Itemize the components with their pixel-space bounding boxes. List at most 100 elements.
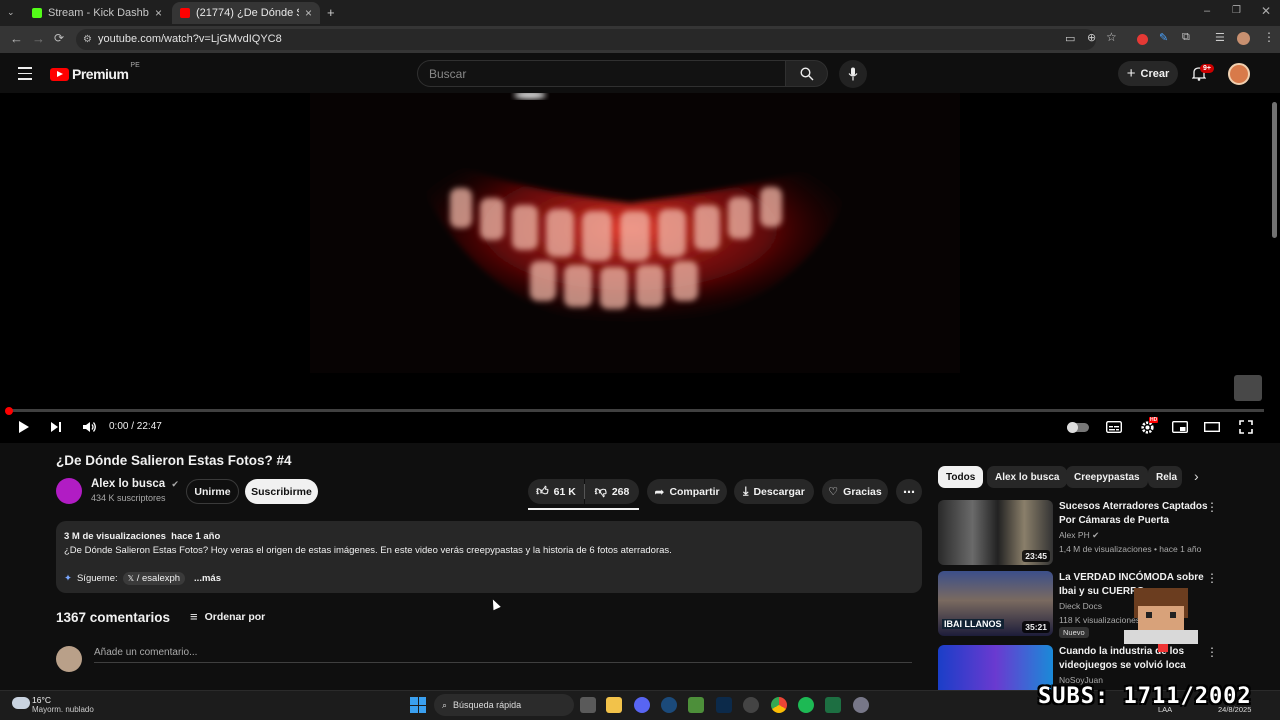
dislike-button[interactable]: 👎︎ 268	[585, 479, 639, 504]
sort-comments-button[interactable]: ≡ Ordenar por	[190, 609, 265, 624]
next-button[interactable]	[46, 419, 66, 435]
notifications-count-badge: 9+	[1200, 64, 1214, 73]
close-window-icon[interactable]: ✕	[1261, 4, 1271, 18]
heart-dollar-icon: ♡	[828, 486, 839, 498]
chip-related[interactable]: Rela	[1148, 466, 1182, 488]
tab-youtube-video[interactable]: (21774) ¿De Dónde Salieron Es ×	[172, 2, 320, 24]
more-actions-button[interactable]: ⋯	[896, 479, 922, 504]
tab-close-icon[interactable]: ×	[155, 6, 162, 20]
autoplay-toggle[interactable]	[1066, 419, 1090, 435]
address-field[interactable]: ⚙ youtube.com/watch?v=LjGMvdIQYC8	[76, 29, 1096, 50]
user-avatar	[56, 646, 82, 672]
time-display: 0:00 / 22:47	[109, 421, 162, 432]
recommendation-item[interactable]: IBAI LLANOS 35:21 La VERDAD INCÓMODA sob…	[938, 571, 1268, 638]
description-box[interactable]: 3 M de visualizaciones hace 1 año ¿De Dó…	[56, 521, 922, 593]
bookmark-star-icon[interactable]: ☆	[1106, 30, 1117, 44]
maximize-icon[interactable]: ❐	[1232, 5, 1241, 16]
fullscreen-button[interactable]	[1236, 419, 1256, 435]
discord-icon[interactable]	[634, 697, 650, 713]
photoshop-icon[interactable]	[716, 697, 732, 713]
steam-icon[interactable]	[661, 697, 677, 713]
video-frame-creepy-smile-image	[310, 93, 960, 373]
share-button[interactable]: ➦ Compartir	[647, 479, 727, 504]
search-input[interactable]: Buscar	[417, 60, 786, 87]
excel-icon[interactable]	[825, 697, 841, 713]
zoom-icon[interactable]: ⊕	[1087, 31, 1096, 44]
description-text: ¿De Dónde Salieron Estas Fotos? Hoy vera…	[64, 545, 672, 556]
video-thumbnail[interactable]	[938, 645, 1053, 690]
chip-channel[interactable]: Alex lo busca	[987, 466, 1068, 488]
extension-translate-icon[interactable]: ✎	[1159, 31, 1168, 44]
channel-avatar[interactable]	[56, 478, 82, 504]
spotify-icon[interactable]	[798, 697, 814, 713]
new-tab-icon[interactable]: +	[327, 5, 335, 20]
subtitles-button[interactable]	[1104, 419, 1124, 435]
follow-line: ✦ Sígueme: 𝕏 / esalexph ...más	[64, 572, 221, 585]
like-button[interactable]: 👍︎ 61 K	[528, 479, 584, 504]
progress-bar[interactable]	[6, 409, 1264, 412]
minecraft-icon[interactable]	[688, 697, 704, 713]
video-player[interactable]	[0, 93, 1280, 443]
chips-next-chevron-icon[interactable]: ›	[1194, 468, 1199, 484]
recommendation-menu-icon[interactable]: ⋮	[1206, 500, 1218, 514]
progress-scrubber[interactable]	[5, 407, 13, 415]
recommendation-menu-icon[interactable]: ⋮	[1206, 571, 1218, 585]
account-avatar[interactable]	[1228, 63, 1250, 85]
forward-icon[interactable]: →	[32, 31, 45, 46]
tab-kick-dashboard[interactable]: Stream - Kick Dashboard ×	[24, 2, 170, 24]
chrome-icon[interactable]	[771, 697, 787, 713]
create-button[interactable]: + Crear	[1118, 61, 1178, 86]
duration-badge: 35:21	[1022, 621, 1050, 633]
minimize-icon[interactable]: –	[1204, 5, 1210, 17]
cast-icon[interactable]: ▭	[1065, 32, 1075, 45]
new-badge: Nuevo	[1059, 627, 1089, 638]
taskbar-search[interactable]: ⌕ Búsqueda rápida	[434, 694, 574, 716]
browser-menu-icon[interactable]: ⋮	[1263, 30, 1275, 44]
play-button[interactable]	[14, 419, 34, 435]
recommendation-menu-icon[interactable]: ⋮	[1206, 645, 1218, 659]
chip-todos[interactable]: Todos	[938, 466, 984, 488]
obs-icon[interactable]	[743, 697, 759, 713]
add-comment-input[interactable]: Añade un comentario...	[94, 647, 197, 658]
file-explorer-icon[interactable]	[606, 697, 622, 713]
social-link[interactable]: 𝕏 / esalexph	[122, 572, 186, 585]
settings-button[interactable]: HD	[1137, 417, 1159, 435]
more-link[interactable]: ...más	[194, 573, 221, 584]
tab-close-icon[interactable]: ×	[305, 6, 312, 20]
channel-watermark-icon[interactable]	[1234, 375, 1262, 401]
back-icon[interactable]: ←	[10, 31, 23, 46]
extension-record-icon[interactable]	[1137, 34, 1148, 45]
task-view-icon[interactable]	[580, 697, 596, 713]
video-title: ¿De Dónde Salieron Estas Fotos? #4	[56, 453, 292, 468]
site-info-icon[interactable]: ⚙	[83, 29, 92, 50]
join-button[interactable]: Unirme	[186, 479, 239, 504]
theater-mode-button[interactable]	[1202, 419, 1222, 435]
volume-icon	[82, 422, 96, 432]
chip-creepypastas[interactable]: Creepypastas	[1066, 466, 1148, 488]
url-text: youtube.com/watch?v=LjGMvdIQYC8	[98, 33, 282, 45]
volume-button[interactable]	[79, 419, 99, 435]
page-scrollbar[interactable]	[1272, 102, 1277, 238]
settings-app-icon[interactable]	[853, 697, 869, 713]
miniplayer-button[interactable]	[1170, 419, 1190, 435]
youtube-logo[interactable]: Premium PE	[50, 62, 140, 82]
subscribe-button[interactable]: Suscribirme	[245, 479, 318, 504]
search-button[interactable]	[786, 60, 828, 87]
reload-icon[interactable]: ⟳	[54, 31, 64, 45]
hamburger-menu-icon[interactable]	[18, 67, 32, 80]
profile-avatar-icon[interactable]	[1237, 32, 1250, 45]
join-label: Unirme	[194, 485, 231, 498]
voice-search-button[interactable]	[839, 60, 867, 88]
tab-search-icon[interactable]: ☰	[1215, 31, 1225, 44]
channel-name[interactable]: Alex lo busca ✔	[91, 478, 179, 490]
tab-list-chevron-icon[interactable]: ⌄	[7, 7, 15, 18]
windows-start-icon[interactable]	[410, 697, 426, 713]
video-thumbnail[interactable]: 23:45	[938, 500, 1053, 565]
video-thumbnail[interactable]: IBAI LLANOS 35:21	[938, 571, 1053, 636]
download-button[interactable]: ⤓ Descargar	[734, 479, 814, 504]
weather-cloud-icon[interactable]	[12, 697, 30, 709]
thanks-button[interactable]: ♡ Gracias	[822, 479, 888, 504]
comment-input-underline	[94, 662, 912, 663]
recommendation-item[interactable]: 23:45 Sucesos Aterradores Captados Por C…	[938, 500, 1268, 566]
extensions-puzzle-icon[interactable]: ⧉	[1182, 31, 1190, 44]
